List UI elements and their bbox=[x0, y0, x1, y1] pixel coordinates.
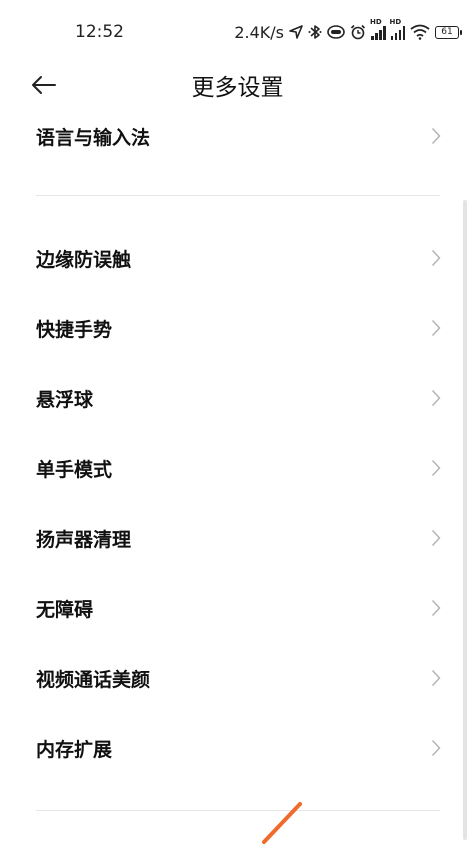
settings-item-label: 扬声器清理 bbox=[36, 528, 132, 551]
section-divider bbox=[36, 195, 440, 196]
chevron-right-icon bbox=[431, 318, 443, 338]
scrollbar[interactable] bbox=[463, 200, 467, 840]
signal-hd-icon: HD bbox=[390, 18, 405, 40]
page-title: 更多设置 bbox=[191, 75, 284, 101]
status-bar: 12:52 2.4K/s HD HD 61 bbox=[0, 0, 475, 64]
settings-item-accessibility[interactable]: 无障碍 bbox=[0, 578, 475, 638]
settings-item-language-input[interactable]: 语言与输入法 bbox=[0, 106, 475, 166]
status-time: 12:52 bbox=[75, 22, 124, 42]
signal-hd-icon: HD bbox=[370, 18, 386, 40]
alarm-icon bbox=[350, 21, 366, 43]
chevron-right-icon bbox=[431, 248, 443, 268]
settings-item-label: 单手模式 bbox=[36, 458, 113, 481]
settings-item-edge-touch-protection[interactable]: 边缘防误触 bbox=[0, 228, 475, 288]
bluetooth-icon bbox=[308, 21, 322, 43]
more-settings-screen: 12:52 2.4K/s HD HD 61 更多设置 语言与输入法 边缘防误触 … bbox=[0, 0, 475, 844]
battery-icon: 61 bbox=[435, 25, 462, 39]
settings-item-label: 无障碍 bbox=[36, 598, 94, 621]
settings-item-quick-gestures[interactable]: 快捷手势 bbox=[0, 298, 475, 358]
wifi-icon bbox=[410, 21, 430, 43]
settings-item-label: 悬浮球 bbox=[36, 388, 94, 411]
settings-item-video-call-beauty[interactable]: 视频通话美颜 bbox=[0, 648, 475, 708]
status-icons: 2.4K/s HD HD 61 bbox=[234, 18, 462, 44]
chevron-right-icon bbox=[431, 528, 443, 548]
earbuds-icon bbox=[327, 21, 345, 43]
location-icon bbox=[289, 21, 303, 43]
net-speed: 2.4K/s bbox=[234, 22, 284, 42]
top-app-bar: 更多设置 bbox=[0, 60, 475, 108]
section-divider bbox=[36, 810, 440, 811]
chevron-right-icon bbox=[431, 126, 443, 146]
settings-item-label: 内存扩展 bbox=[36, 738, 113, 761]
settings-item-memory-extension[interactable]: 内存扩展 bbox=[0, 718, 475, 778]
chevron-right-icon bbox=[431, 598, 443, 618]
settings-item-label: 视频通话美颜 bbox=[36, 668, 151, 691]
settings-item-label: 语言与输入法 bbox=[36, 126, 151, 149]
settings-item-floating-ball[interactable]: 悬浮球 bbox=[0, 368, 475, 428]
chevron-right-icon bbox=[431, 458, 443, 478]
settings-item-label: 边缘防误触 bbox=[36, 248, 132, 271]
chevron-right-icon bbox=[431, 668, 443, 688]
chevron-right-icon bbox=[431, 388, 443, 408]
settings-item-one-handed-mode[interactable]: 单手模式 bbox=[0, 438, 475, 498]
settings-item-speaker-cleaning[interactable]: 扬声器清理 bbox=[0, 508, 475, 568]
chevron-right-icon bbox=[431, 738, 443, 758]
annotation-pen-stroke bbox=[262, 802, 302, 844]
settings-item-label: 快捷手势 bbox=[36, 318, 113, 341]
